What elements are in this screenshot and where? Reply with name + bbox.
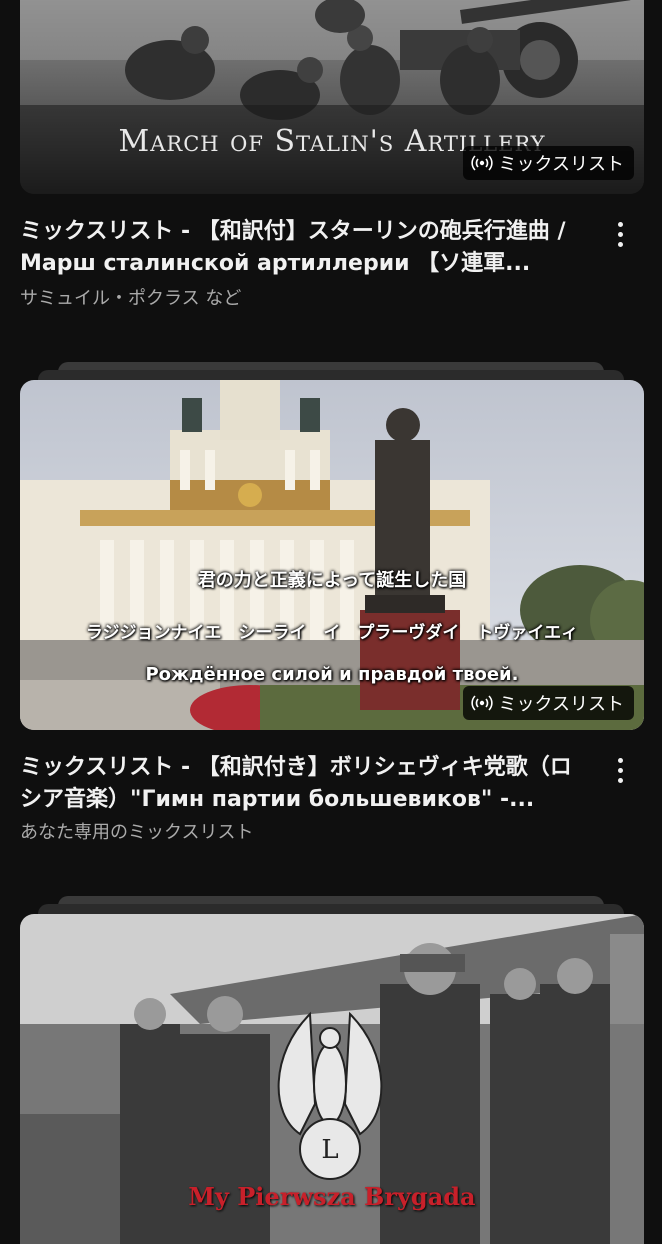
video-thumbnail[interactable]: March of Stalin's Artillery ミックスリスト [20,0,644,194]
video-thumbnail[interactable]: 君の力と正義によって誕生した国 ラジジョンナイエ シーライ イ プラーヴダイ ト… [20,380,644,730]
playlist-stack-mid [38,904,624,914]
video-title[interactable]: ミックスリスト - 【和訳付】スターリンの砲兵行進曲 / Марш сталин… [20,216,590,280]
lyric-russian: Рождённое силой и правдой твоей. [145,664,519,685]
video-subtitle: サミュイル・ポクラス など [20,288,242,309]
kebab-dot [617,767,623,773]
broadcast-icon [470,155,493,171]
video-subtitle: あなた専用のミックスリスト [20,822,254,843]
more-options-button[interactable] [608,216,632,252]
kebab-dot [617,777,623,783]
kebab-dot [617,757,623,763]
thumbnail-caption: My Pierwsza Brygada [188,1182,476,1211]
mix-badge: ミックスリスト [462,686,634,720]
mix-badge: ミックスリスト [462,146,634,180]
lyric-japanese: 君の力と正義によって誕生した国 [197,570,467,591]
kebab-dot [617,221,623,227]
svg-text:L: L [321,1135,338,1165]
video-thumbnail[interactable]: L My Pierwsza Brygada [20,914,644,1244]
playlist-stack-mid [38,370,624,380]
lyric-katakana: ラジジョンナイエ シーライ イ プラーヴダイ トヴァイエィ [85,623,579,643]
more-options-button[interactable] [608,752,632,788]
kebab-dot [617,231,623,237]
mix-badge-label: ミックスリスト [498,154,624,175]
broadcast-icon [470,695,493,711]
video-title[interactable]: ミックスリスト - 【和訳付き】ボリシェヴィキ党歌（ロシア音楽）"Гимн па… [20,752,590,816]
kebab-dot [617,241,623,247]
mix-badge-label: ミックスリスト [498,694,624,715]
